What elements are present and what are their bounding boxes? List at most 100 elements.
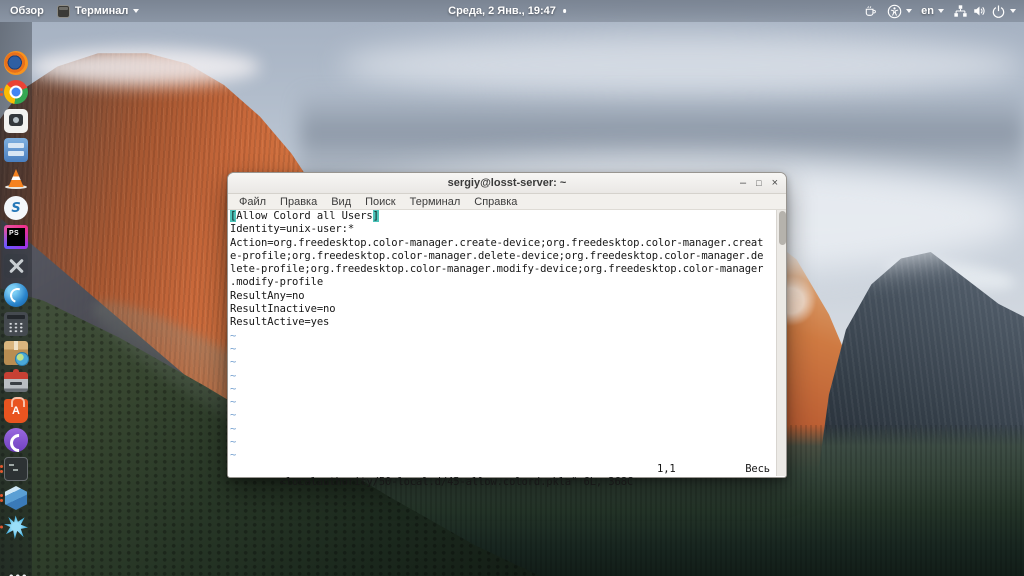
dock-item-phpstorm[interactable]: PS: [4, 225, 28, 249]
terminal-line: .modify-profile: [230, 276, 324, 289]
software-bag-icon: A: [4, 397, 28, 423]
accessibility-menu[interactable]: [887, 4, 913, 19]
terminal-line: e-profile;org.freedesktop.color-manager.…: [230, 249, 764, 262]
clock[interactable]: Среда, 2 Янв., 19:47: [448, 0, 567, 22]
vim-tilde-line: ~: [230, 382, 237, 395]
dock-item-press-machine[interactable]: [4, 369, 28, 394]
running-indicator: [0, 492, 3, 504]
terminal-screen[interactable]: [Allow Colord all Users] Identity=unix-u…: [228, 210, 786, 488]
vim-tilde-line: ~: [230, 369, 237, 382]
keyboard-layout-menu[interactable]: en: [921, 5, 944, 17]
menu-file[interactable]: Файл: [232, 194, 273, 209]
chrome-icon: [4, 80, 28, 104]
chevron-down-icon: [938, 9, 944, 13]
dock-item-virtualbox[interactable]: [0, 486, 28, 510]
app-menu[interactable]: Терминал: [56, 4, 140, 18]
file-cabinet-icon: [4, 138, 28, 162]
terminal-line: Action=org.freedesktop.color-manager.cre…: [230, 236, 764, 249]
close-button[interactable]: ×: [772, 178, 778, 189]
window-titlebar[interactable]: sergiy@losst-server: ~ – □ ×: [228, 173, 786, 194]
dock-item-terminal[interactable]: [0, 457, 28, 481]
dock-item-software-bag[interactable]: A: [4, 397, 28, 423]
running-indicator: [0, 524, 3, 531]
virtualbox-cube-icon: [4, 486, 28, 510]
dock: S PS A: [0, 22, 32, 576]
tools-icon: [4, 254, 28, 278]
line-text: Allow Colord all Users: [236, 210, 373, 222]
clock-label: Среда, 2 Янв., 19:47: [448, 5, 556, 17]
menu-edit[interactable]: Правка: [273, 194, 324, 209]
dock-item-firefox[interactable]: [4, 51, 28, 75]
network-wired-icon: [954, 5, 967, 17]
terminal-icon: [4, 457, 28, 481]
steam-icon: S: [4, 196, 28, 220]
dock-item-thunderbird[interactable]: [4, 283, 28, 307]
vim-tilde-line: ~: [230, 422, 237, 435]
press-machine-icon: [4, 369, 28, 392]
chevron-down-icon: [906, 9, 913, 13]
status-cursor-position: 1,1: [657, 462, 676, 475]
chevron-down-icon: [133, 9, 140, 13]
menu-help[interactable]: Справка: [467, 194, 524, 209]
scrollbar-thumb[interactable]: [778, 211, 786, 245]
window-title: sergiy@losst-server: ~: [447, 177, 567, 189]
menu-view[interactable]: Вид: [324, 194, 358, 209]
dock-item-camera-app[interactable]: [4, 109, 28, 133]
dock-item-vlc[interactable]: [4, 167, 28, 191]
viber-phone-icon: [4, 428, 28, 452]
vim-tilde-line: ~: [230, 329, 237, 342]
camera-app-icon: [4, 109, 28, 133]
top-bar: Обзор Терминал Среда, 2 Янв., 19:47 en: [0, 0, 1024, 22]
phpstorm-icon: PS: [4, 225, 28, 249]
running-indicator: [0, 86, 3, 98]
terminal-line: ResultInactive=no: [230, 303, 336, 316]
dock-item-calculator[interactable]: [4, 312, 28, 336]
caffeine-indicator[interactable]: [863, 4, 878, 18]
vim-statusline: <localauthority/50-local.d/45-allow.colo…: [228, 462, 786, 488]
phpstorm-glyph: PS: [9, 230, 19, 237]
dock-item-steam[interactable]: S: [4, 196, 28, 220]
vim-tilde-line: ~: [230, 342, 237, 355]
vlc-cone-icon: [4, 167, 28, 191]
app-menu-label: Терминал: [74, 5, 129, 17]
system-menu[interactable]: [953, 4, 1016, 19]
snow-cap: [30, 48, 260, 86]
running-indicator: [0, 463, 3, 475]
activities-button[interactable]: Обзор: [10, 5, 44, 17]
dock-item-tools[interactable]: [4, 254, 28, 278]
show-apps-button[interactable]: [4, 569, 28, 576]
dock-item-file-cabinet[interactable]: [4, 138, 28, 162]
terminal-line: Identity=unix-user:*: [230, 223, 355, 236]
vim-tilde-line: ~: [230, 356, 237, 369]
dock-item-viber[interactable]: [4, 428, 28, 452]
cloud: [340, 34, 1024, 96]
vim-tilde-line: ~: [230, 409, 237, 422]
package-globe-icon: [4, 341, 29, 366]
status-file-info: <localauthority/50-local.d/45-allow.colo…: [279, 475, 634, 488]
terminal-window: sergiy@losst-server: ~ – □ × Файл Правка…: [227, 172, 787, 488]
terminal-app-badge-icon: [56, 4, 70, 18]
terminal-line: ResultAny=no: [230, 289, 305, 302]
minimize-button[interactable]: –: [740, 178, 746, 189]
vim-matchparen: ]: [372, 210, 379, 222]
menu-search[interactable]: Поиск: [358, 194, 402, 209]
calculator-icon: [4, 312, 28, 336]
keyboard-layout-label: en: [921, 5, 934, 17]
maximize-button[interactable]: □: [756, 179, 761, 188]
coffee-cup-icon: [865, 6, 876, 16]
accessibility-icon: [887, 4, 902, 18]
dock-item-chrome[interactable]: [0, 80, 28, 104]
dock-item-software-package[interactable]: [4, 341, 29, 366]
terminal-scrollbar[interactable]: [776, 210, 786, 476]
volume-icon: [974, 6, 985, 16]
steam-glyph: S: [11, 200, 21, 216]
dock-item-paint-splash[interactable]: [0, 515, 28, 539]
notification-dot-icon: [562, 9, 567, 13]
vim-tilde-line: ~: [230, 449, 237, 462]
bag-glyph: A: [12, 405, 20, 417]
desktop: Обзор Терминал Среда, 2 Янв., 19:47 en S…: [0, 0, 1024, 576]
chevron-down-icon: [1010, 9, 1016, 13]
terminal-line: lete-profile;org.freedesktop.color-manag…: [230, 263, 764, 276]
menu-terminal[interactable]: Терминал: [403, 194, 468, 209]
vim-tilde-line: ~: [230, 396, 237, 409]
